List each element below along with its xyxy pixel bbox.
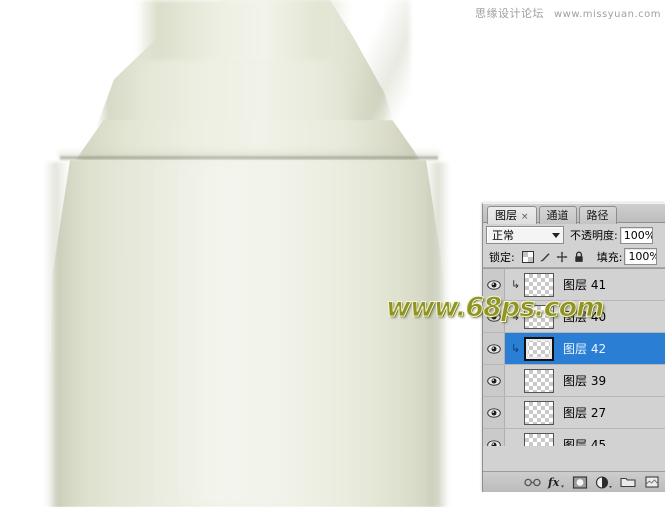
layer-visibility-toggle[interactable]	[483, 429, 505, 446]
new-group-button[interactable]	[616, 473, 640, 492]
layer-thumbnail[interactable]	[524, 400, 554, 425]
blend-mode-row: 正常 不透明度: 100%	[483, 223, 665, 246]
tab-paths[interactable]: 路径	[578, 206, 617, 224]
bottle-body-sheen	[150, 160, 300, 507]
watermark-site-url: www.missyuan.com	[554, 9, 661, 20]
opacity-input[interactable]: 100%	[619, 226, 653, 244]
add-layer-mask-button[interactable]	[568, 473, 592, 492]
eye-icon	[486, 375, 501, 386]
new-layer-button[interactable]	[640, 473, 664, 492]
layer-visibility-toggle[interactable]	[483, 397, 505, 428]
watermark-site-name: 思缘设计论坛	[475, 7, 544, 20]
layer-name: 图层 39	[563, 374, 607, 388]
layer-mask-icon	[572, 475, 588, 489]
layer-thumbnail[interactable]	[524, 368, 554, 393]
tab-layers[interactable]: 图层 ×	[487, 206, 537, 224]
bottle-neck-highlight	[136, 0, 351, 60]
lock-transparency-icon[interactable]	[521, 250, 534, 263]
fill-input[interactable]: 100%	[624, 248, 658, 265]
lock-label: 锁定:	[489, 250, 515, 264]
layer-name: 图层 41	[563, 278, 607, 292]
layer-name: 图层 27	[563, 406, 607, 420]
bottle-left-edge	[44, 162, 70, 507]
clipping-mask-icon: ↳	[510, 342, 521, 355]
adjustment-layer-icon	[595, 475, 612, 489]
watermark-top: 思缘设计论坛 www.missyuan.com	[475, 5, 661, 21]
blend-mode-value: 正常	[492, 228, 514, 242]
layer-name: 图层 45	[563, 438, 607, 446]
chevron-down-icon[interactable]	[552, 232, 560, 238]
tab-paths-label: 路径	[586, 209, 609, 222]
layers-panel-toolbar: fx	[483, 471, 665, 492]
bottle-shoulder-right-edge	[352, 0, 410, 130]
lock-position-icon[interactable]	[556, 251, 568, 263]
lock-image-icon[interactable]	[539, 251, 551, 263]
layer-style-fx-icon: fx	[547, 476, 564, 489]
bottle-right-edge	[424, 162, 450, 507]
layer-visibility-toggle[interactable]	[483, 365, 505, 396]
eye-icon	[486, 343, 501, 354]
svg-text:fx: fx	[547, 476, 560, 489]
clipping-mask-icon: ↳	[510, 278, 521, 291]
lock-row: 锁定: 填充: 100%	[483, 246, 665, 268]
blend-mode-select[interactable]: 正常	[486, 226, 564, 244]
close-icon[interactable]: ×	[521, 212, 529, 222]
lock-icon-group	[521, 250, 585, 263]
lock-all-icon[interactable]	[573, 251, 585, 263]
watermark-green: www.68ps.com	[385, 292, 604, 324]
layer-style-button[interactable]: fx	[544, 473, 568, 492]
eye-icon	[486, 279, 501, 290]
eye-icon	[486, 407, 501, 418]
layers-panel: 图层 × 通道 路径 正常 不透明度: 100% 锁定: 填充: 100% ↳ …	[482, 203, 665, 492]
table-row[interactable]: 图层 45	[483, 429, 665, 446]
table-row[interactable]: 图层 27	[483, 397, 665, 429]
new-layer-icon	[645, 476, 659, 488]
layer-thumbnail[interactable]	[524, 336, 554, 361]
eye-icon	[486, 439, 501, 446]
link-layers-icon	[523, 478, 541, 486]
layer-thumbnail[interactable]	[524, 432, 554, 446]
tab-channels[interactable]: 通道	[538, 206, 577, 224]
tab-layers-label: 图层	[495, 209, 517, 222]
fill-label: 填充:	[596, 250, 623, 264]
new-group-folder-icon	[620, 477, 636, 488]
link-layers-button[interactable]	[520, 473, 544, 492]
table-row[interactable]: 图层 39	[483, 365, 665, 397]
layer-name: 图层 42	[563, 342, 607, 356]
table-row[interactable]: ↳ 图层 42	[483, 333, 665, 365]
layer-visibility-toggle[interactable]	[483, 333, 505, 364]
new-adjustment-layer-button[interactable]	[592, 473, 616, 492]
panel-tabstrip: 图层 × 通道 路径	[483, 204, 665, 224]
tab-channels-label: 通道	[546, 209, 569, 222]
opacity-label: 不透明度:	[570, 229, 618, 242]
